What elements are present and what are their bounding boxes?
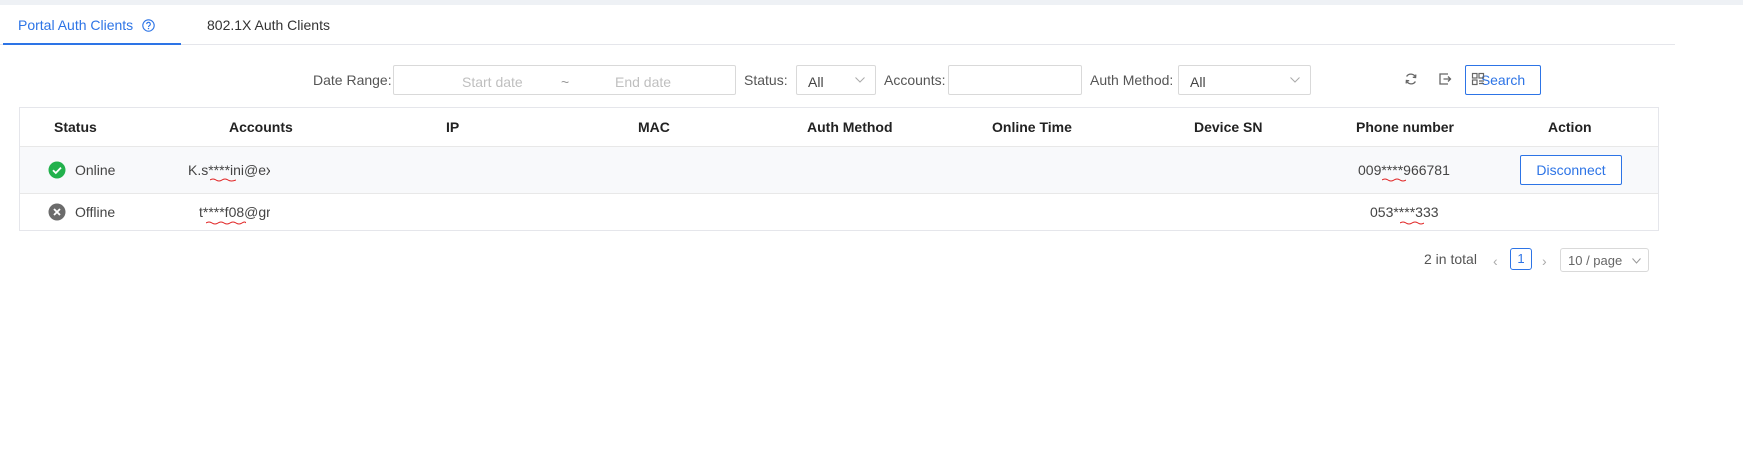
status-label: Status: xyxy=(744,72,788,88)
chevron-down-icon xyxy=(855,77,865,83)
page-size-value: 10 / page xyxy=(1568,253,1623,268)
spellcheck-underline xyxy=(1400,221,1424,225)
help-icon[interactable] xyxy=(142,19,155,32)
active-tab-indicator xyxy=(3,43,181,45)
status-select-value: All xyxy=(808,74,824,90)
date-range-label: Date Range: xyxy=(313,72,392,88)
auth-method-select[interactable]: All xyxy=(1178,65,1311,95)
account-cell: K.s****ini@ex xyxy=(188,162,270,178)
accounts-input[interactable] xyxy=(948,65,1082,95)
prev-page-icon[interactable]: ‹ xyxy=(1493,253,1498,269)
tab-label: 802.1X Auth Clients xyxy=(207,17,330,33)
spellcheck-underline xyxy=(210,178,236,182)
export-icon[interactable] xyxy=(1437,71,1453,87)
disconnect-button[interactable]: Disconnect xyxy=(1520,155,1622,185)
column-header-auth-method: Auth Method xyxy=(807,119,893,135)
column-header-mac: MAC xyxy=(638,119,670,135)
tab-portal-auth-clients[interactable]: Portal Auth Clients xyxy=(18,5,155,43)
status-select[interactable]: All xyxy=(796,65,876,95)
date-range-picker[interactable]: Start date ~ End date xyxy=(393,65,736,95)
phone-cell: 053****333 xyxy=(1370,204,1439,220)
column-header-phone-number: Phone number xyxy=(1356,119,1455,135)
row-divider xyxy=(20,146,1658,147)
tab-bar: Portal Auth Clients 802.1X Auth Clients xyxy=(0,5,1675,45)
date-separator: ~ xyxy=(561,74,570,90)
row-divider xyxy=(20,193,1658,194)
column-header-online-time: Online Time xyxy=(992,119,1072,135)
account-cell: t****f08@gr xyxy=(199,204,270,220)
column-settings-icon[interactable] xyxy=(1470,71,1486,87)
start-date-input[interactable]: Start date xyxy=(462,74,523,90)
phone-cell: 009****966781 xyxy=(1358,162,1450,178)
spellcheck-underline xyxy=(206,221,246,225)
chevron-down-icon xyxy=(1632,258,1641,264)
refresh-icon[interactable] xyxy=(1403,71,1419,87)
column-header-status: Status xyxy=(54,119,97,135)
tab-label: Portal Auth Clients xyxy=(18,17,134,33)
page-size-select[interactable]: 10 / page xyxy=(1560,248,1649,272)
status-text: Offline xyxy=(75,204,116,220)
page-number-current[interactable]: 1 xyxy=(1510,248,1532,270)
end-date-input[interactable]: End date xyxy=(615,74,671,90)
chevron-down-icon xyxy=(1290,77,1300,83)
spellcheck-underline xyxy=(1382,178,1406,182)
online-check-icon xyxy=(48,161,66,179)
auth-method-label: Auth Method: xyxy=(1090,72,1174,88)
next-page-icon[interactable]: › xyxy=(1542,253,1547,269)
status-text: Online xyxy=(75,162,116,178)
pagination-total: 2 in total xyxy=(1424,251,1477,267)
tab-8021x-auth-clients[interactable]: 802.1X Auth Clients xyxy=(207,5,330,43)
accounts-label: Accounts: xyxy=(884,72,946,88)
column-header-accounts: Accounts xyxy=(229,119,293,135)
column-header-ip: IP xyxy=(446,119,460,135)
auth-method-select-value: All xyxy=(1190,74,1206,90)
column-header-device-sn: Device SN xyxy=(1194,119,1263,135)
column-header-action: Action xyxy=(1548,119,1592,135)
offline-x-icon xyxy=(48,203,66,221)
